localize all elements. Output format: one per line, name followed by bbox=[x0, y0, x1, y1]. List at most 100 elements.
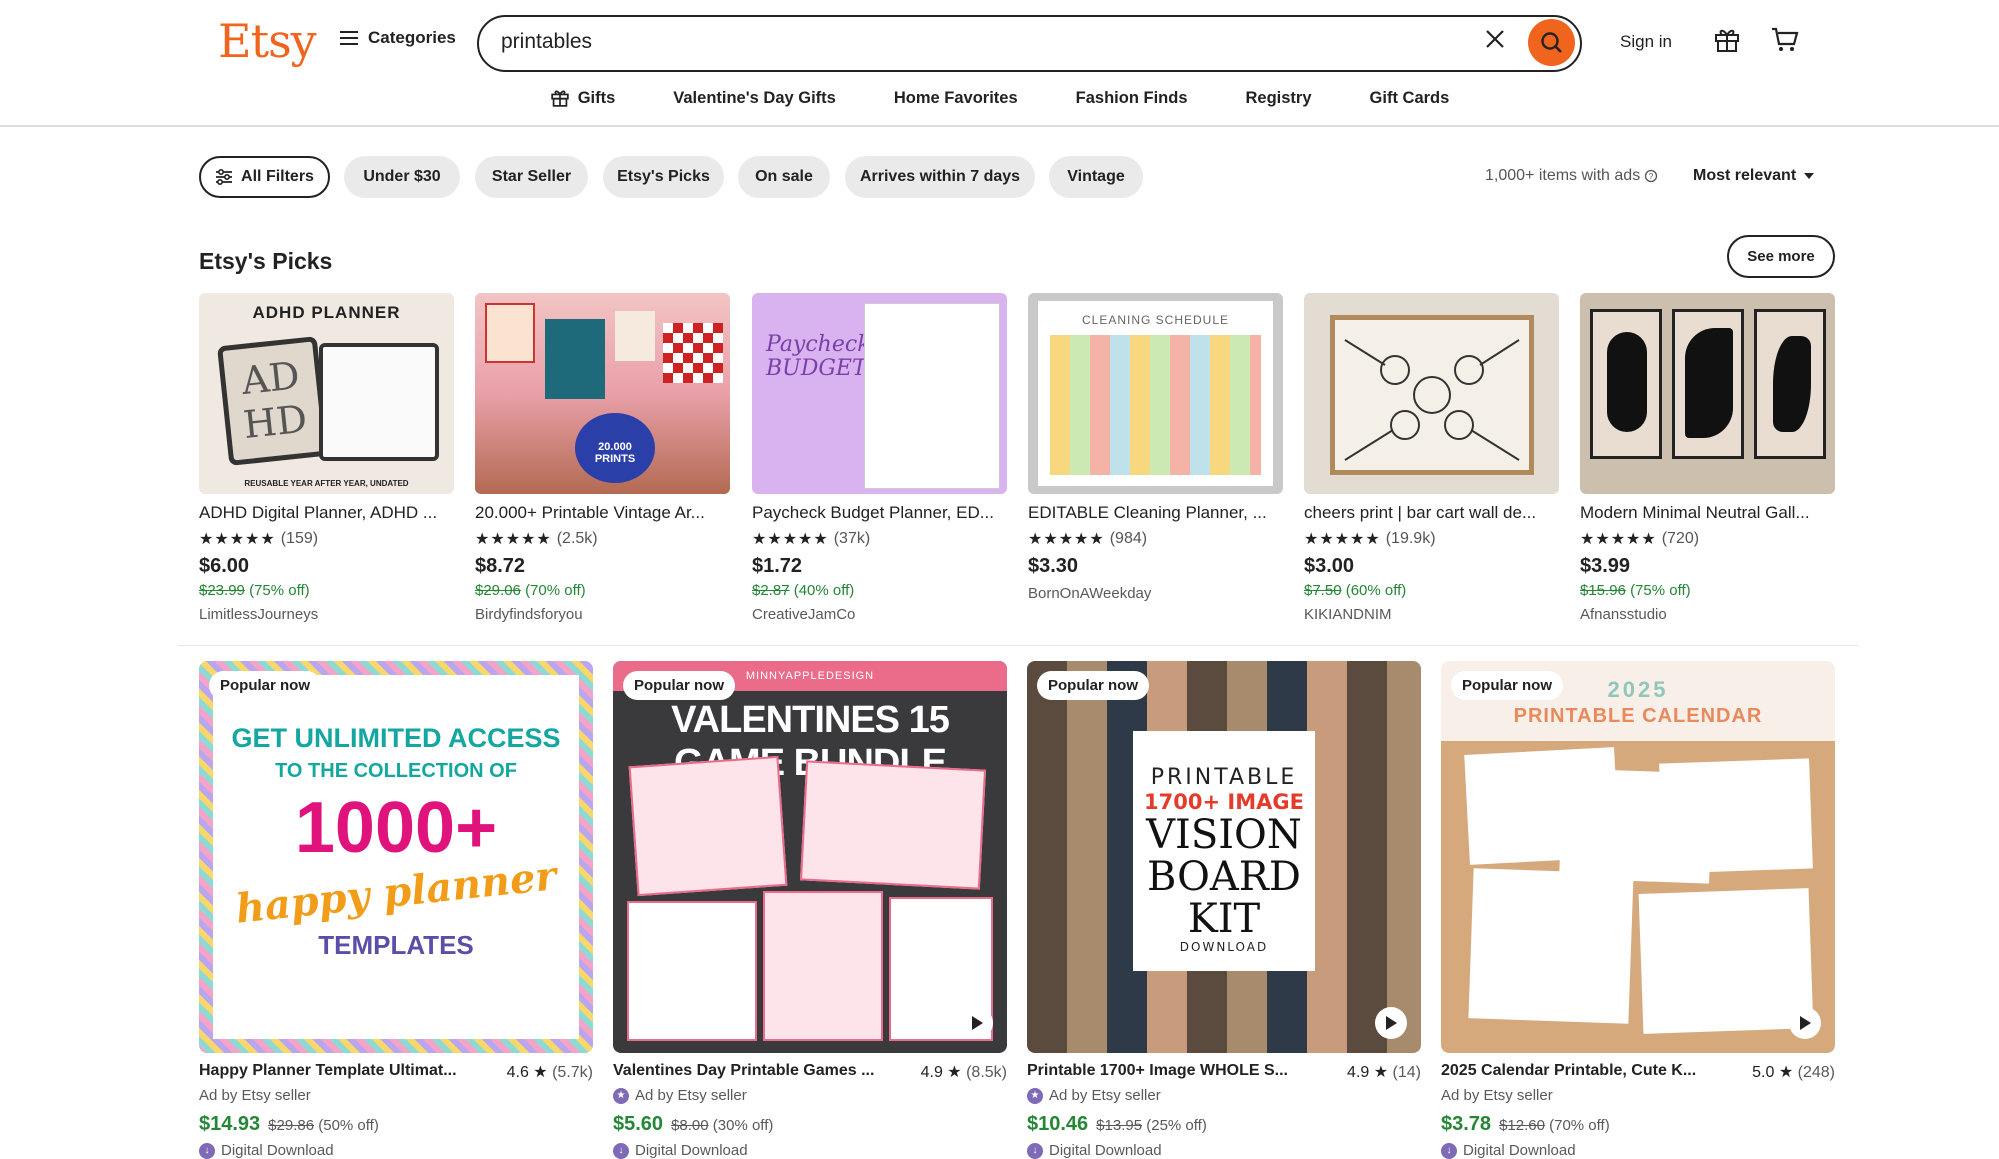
review-count: (159) bbox=[280, 530, 319, 547]
filter-on-sale[interactable]: On sale bbox=[738, 156, 830, 198]
listing-card[interactable]: GET UNLIMITED ACCESS TO THE COLLECTION O… bbox=[199, 661, 593, 1159]
original-price: $8.00 bbox=[671, 1117, 709, 1134]
nav-registry[interactable]: Registry bbox=[1217, 85, 1341, 111]
product-title[interactable]: 2025 Calendar Printable, Cute K... bbox=[1441, 1062, 1721, 1082]
pick-card[interactable]: Modern Minimal Neutral Gall... ★★★★★ (720… bbox=[1580, 293, 1835, 623]
play-video-button[interactable] bbox=[961, 1007, 993, 1039]
discount: (70% off) bbox=[1549, 1117, 1610, 1134]
product-image[interactable]: ADHD PLANNER AD HD REUSABLE YEAR AFTER YE… bbox=[199, 293, 454, 494]
abstract-shape bbox=[1773, 336, 1811, 432]
shop-name[interactable]: BornOnAWeekday bbox=[1028, 585, 1283, 602]
image-text: ADHD PLANNER bbox=[252, 303, 401, 322]
search-button[interactable] bbox=[1528, 19, 1575, 66]
product-title[interactable]: cheers print | bar cart wall de... bbox=[1304, 503, 1559, 523]
product-image[interactable]: 2025 PRINTABLE CALENDAR Popular now bbox=[1441, 661, 1835, 1053]
shop-name[interactable]: LimitlessJourneys bbox=[199, 606, 454, 623]
filter-under-30[interactable]: Under $30 bbox=[344, 156, 460, 198]
image-text: VISION bbox=[1146, 812, 1302, 858]
image-text: Paycheck BUDGET bbox=[766, 332, 871, 381]
star-icon: ★ bbox=[533, 1064, 548, 1081]
listing-card[interactable]: PRINTABLE 1700+ IMAGE VISION BOARD KIT D… bbox=[1027, 661, 1421, 1159]
review-count: (720) bbox=[1661, 530, 1700, 547]
pick-card[interactable]: CLEANING SCHEDULE EDITABLE Cleaning Plan… bbox=[1028, 293, 1283, 602]
product-image[interactable] bbox=[1304, 293, 1559, 494]
sign-in-link[interactable]: Sign in bbox=[1620, 32, 1672, 52]
framed-print bbox=[1590, 309, 1662, 459]
price: $5.60 bbox=[613, 1113, 664, 1135]
product-image[interactable]: Paycheck BUDGET bbox=[752, 293, 1007, 494]
download-icon: ↓ bbox=[613, 1142, 629, 1159]
listing-card[interactable]: MINNYAPPLEDESIGN VALENTINES 15 GAME BUND… bbox=[613, 661, 1007, 1159]
product-title[interactable]: ADHD Digital Planner, ADHD ... bbox=[199, 503, 454, 523]
price: $6.00 bbox=[199, 555, 250, 577]
shop-name[interactable]: Afnansstudio bbox=[1580, 606, 1835, 623]
clear-search-icon[interactable] bbox=[1484, 28, 1506, 50]
categories-button[interactable]: Categories bbox=[340, 28, 456, 48]
gift-icon[interactable] bbox=[1713, 26, 1741, 54]
glasses-illustration bbox=[1344, 339, 1520, 461]
product-image[interactable]: PRINTABLE 1700+ IMAGE VISION BOARD KIT D… bbox=[1027, 661, 1421, 1053]
product-title[interactable]: Happy Planner Template Ultimat... bbox=[199, 1062, 479, 1082]
discount: (40% off) bbox=[793, 582, 855, 599]
product-title[interactable]: Paycheck Budget Planner, ED... bbox=[752, 503, 1007, 523]
shop-name[interactable]: CreativeJamCo bbox=[752, 606, 1007, 623]
etsy-logo[interactable]: Etsy bbox=[218, 14, 317, 68]
framed-print bbox=[1754, 309, 1826, 459]
star-rating: ★★★★★ bbox=[1028, 531, 1105, 548]
shop-name[interactable]: KIKIANDNIM bbox=[1304, 606, 1559, 623]
star-rating: ★★★★★ bbox=[752, 531, 829, 548]
product-image[interactable]: CLEANING SCHEDULE bbox=[1028, 293, 1283, 494]
product-title[interactable]: Printable 1700+ Image WHOLE S... bbox=[1027, 1062, 1307, 1082]
price: $3.30 bbox=[1028, 555, 1079, 577]
filter-arrives-7-days[interactable]: Arrives within 7 days bbox=[845, 156, 1035, 198]
framed-print bbox=[1330, 315, 1534, 475]
image-panel: PRINTABLE 1700+ IMAGE VISION BOARD KIT D… bbox=[1133, 731, 1315, 971]
discount: (50% off) bbox=[318, 1117, 379, 1134]
nav-home-favorites[interactable]: Home Favorites bbox=[865, 85, 1047, 111]
filter-vintage[interactable]: Vintage bbox=[1049, 156, 1143, 198]
nav-gifts[interactable]: Gifts bbox=[521, 85, 645, 111]
shop-name[interactable]: Birdyfindsforyou bbox=[475, 606, 730, 623]
image-caption: REUSABLE YEAR AFTER YEAR, UNDATED bbox=[244, 479, 409, 488]
search-input[interactable] bbox=[501, 30, 1441, 54]
product-title[interactable]: EDITABLE Cleaning Planner, ... bbox=[1028, 503, 1283, 523]
pick-card[interactable]: Paycheck BUDGET Paycheck Budget Planner,… bbox=[752, 293, 1007, 623]
product-image[interactable]: 20.000 PRINTS bbox=[475, 293, 730, 494]
digital-download-label: Digital Download bbox=[635, 1142, 748, 1159]
rating-value: 5.0 bbox=[1752, 1064, 1775, 1081]
sort-dropdown[interactable]: Most relevant bbox=[1693, 167, 1815, 185]
game-card bbox=[627, 901, 757, 1041]
product-title[interactable]: 20.000+ Printable Vintage Ar... bbox=[475, 503, 730, 523]
all-filters-button[interactable]: All Filters bbox=[199, 156, 330, 198]
pick-card[interactable]: 20.000 PRINTS 20.000+ Printable Vintage … bbox=[475, 293, 730, 623]
star-rating: ★★★★★ bbox=[1304, 531, 1381, 548]
review-count: (14) bbox=[1392, 1064, 1421, 1081]
play-video-button[interactable] bbox=[1789, 1007, 1821, 1039]
nav-fashion-finds[interactable]: Fashion Finds bbox=[1047, 85, 1217, 111]
nav-gift-cards[interactable]: Gift Cards bbox=[1341, 85, 1479, 111]
see-more-button[interactable]: See more bbox=[1727, 235, 1835, 278]
pick-card[interactable]: ADHD PLANNER AD HD REUSABLE YEAR AFTER YE… bbox=[199, 293, 454, 623]
product-image[interactable]: MINNYAPPLEDESIGN VALENTINES 15 GAME BUND… bbox=[613, 661, 1007, 1053]
nav-valentines-gifts[interactable]: Valentine's Day Gifts bbox=[644, 85, 865, 111]
cart-icon[interactable] bbox=[1770, 26, 1800, 54]
filter-etsys-picks[interactable]: Etsy's Picks bbox=[603, 156, 724, 198]
pick-card[interactable]: cheers print | bar cart wall de... ★★★★★… bbox=[1304, 293, 1559, 623]
product-title[interactable]: Modern Minimal Neutral Gall... bbox=[1580, 503, 1835, 523]
original-price: $2.87 bbox=[752, 582, 790, 599]
product-image[interactable]: GET UNLIMITED ACCESS TO THE COLLECTION O… bbox=[199, 661, 593, 1053]
image-text: KIT bbox=[1187, 896, 1261, 942]
product-image[interactable] bbox=[1580, 293, 1835, 494]
section-title: Etsy's Picks bbox=[199, 248, 333, 274]
abstract-shape bbox=[1685, 328, 1733, 438]
discount: (75% off) bbox=[1630, 582, 1691, 599]
info-icon[interactable]: ? bbox=[1644, 169, 1658, 183]
art-frame bbox=[545, 319, 605, 399]
listing-card[interactable]: 2025 PRINTABLE CALENDAR Popular now 2025… bbox=[1441, 661, 1835, 1159]
discount: (75% off) bbox=[249, 582, 310, 599]
star-rating: ★★★★★ bbox=[475, 531, 552, 548]
filter-star-seller[interactable]: Star Seller bbox=[475, 156, 588, 198]
play-video-button[interactable] bbox=[1375, 1007, 1407, 1039]
product-title[interactable]: Valentines Day Printable Games ... bbox=[613, 1062, 893, 1082]
digital-download-label: Digital Download bbox=[1463, 1142, 1576, 1159]
